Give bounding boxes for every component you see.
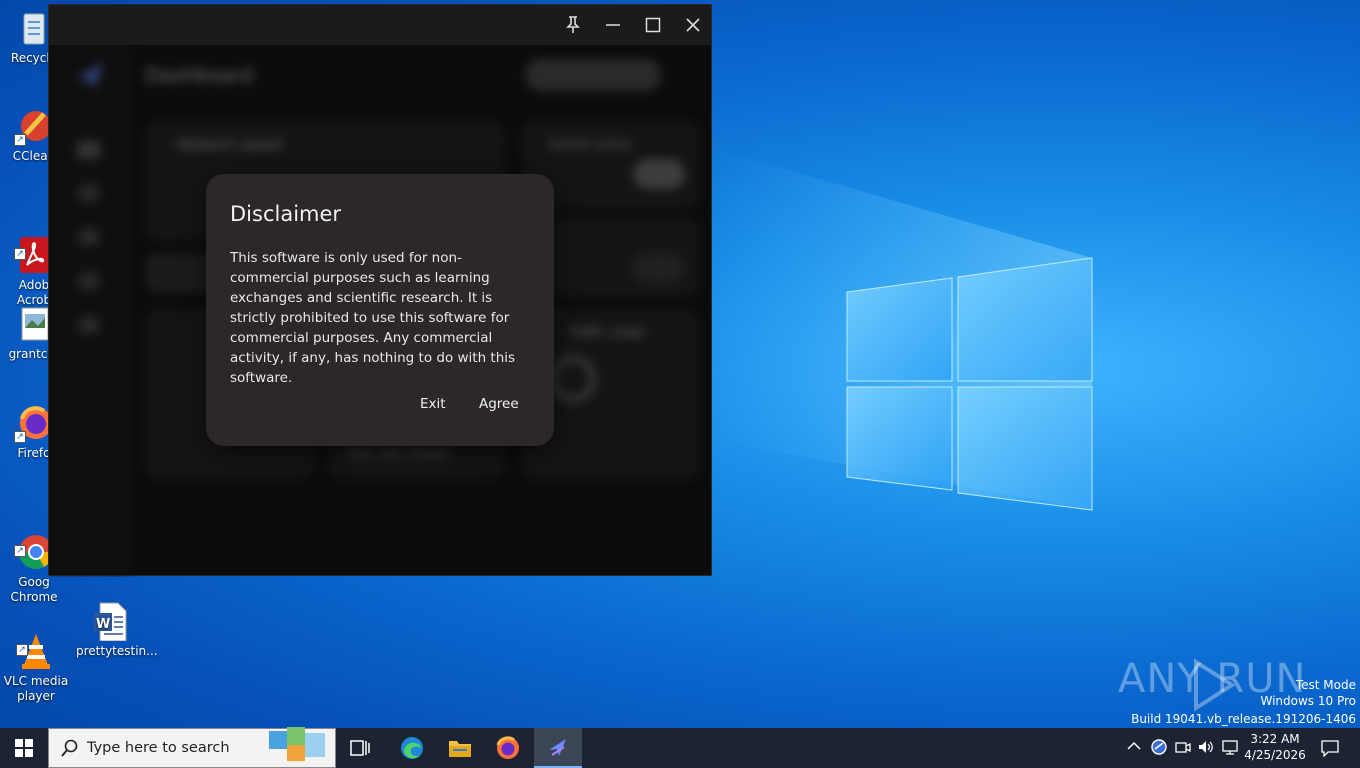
window-titlebar[interactable] bbox=[49, 5, 711, 45]
card-title-blurred: Traffic usage bbox=[569, 325, 646, 339]
footer-text-blurred: Fast, safe, reliable bbox=[349, 447, 449, 460]
network-button[interactable] bbox=[1220, 738, 1240, 758]
close-button[interactable] bbox=[673, 5, 713, 45]
windows-edition-text: Windows 10 Pro bbox=[1260, 694, 1356, 708]
card-title-blurred: System proxy bbox=[549, 137, 632, 151]
file-explorer-icon bbox=[449, 741, 471, 757]
page-title-blurred: Dashboard bbox=[145, 63, 254, 87]
card-title-blurred: Network speed bbox=[177, 137, 283, 153]
header-pill-blurred bbox=[525, 59, 661, 91]
sidebar-folder-icon bbox=[79, 185, 99, 201]
word-document-icon: W bbox=[90, 601, 130, 642]
taskbar-firefox[interactable] bbox=[486, 728, 530, 768]
disclaimer-dialog: Disclaimer This software is only used fo… bbox=[206, 174, 554, 446]
taskbar-clock[interactable]: 3:22 AM 4/25/2026 bbox=[1242, 731, 1308, 763]
search-highlight-puzzle-icon bbox=[269, 727, 325, 761]
toggle-blurred bbox=[633, 253, 685, 283]
clock-date: 4/25/2026 bbox=[1244, 748, 1306, 762]
notifications-button[interactable] bbox=[1312, 728, 1348, 768]
task-view-button[interactable] bbox=[340, 728, 380, 768]
close-icon bbox=[686, 18, 700, 32]
maximize-icon bbox=[645, 17, 661, 33]
taskbar: Type here to search 3:22 AM 4/25/2026 bbox=[0, 727, 1360, 768]
sidebar-list-icon bbox=[79, 229, 99, 245]
tray-app-icon-button[interactable] bbox=[1149, 738, 1169, 758]
show-hidden-icons-button[interactable] bbox=[1124, 738, 1144, 758]
agree-button[interactable]: Agree bbox=[479, 396, 519, 412]
shortcut-arrow-icon: ↗ bbox=[16, 644, 28, 656]
task-view-icon bbox=[350, 740, 370, 756]
clock-time: 3:22 AM bbox=[1250, 732, 1300, 746]
app-logo-icon bbox=[77, 63, 103, 89]
sidebar-home-icon bbox=[77, 141, 101, 159]
tray-meet-now-button[interactable] bbox=[1173, 738, 1193, 758]
firefox-icon bbox=[496, 736, 519, 759]
shortcut-arrow-icon: ↗ bbox=[14, 545, 26, 557]
desktop-icon-word-document[interactable]: W prettytestin... bbox=[76, 601, 158, 659]
taskbar-edge[interactable] bbox=[390, 728, 434, 768]
shortcut-arrow-icon: ↗ bbox=[14, 134, 26, 146]
app-sidebar bbox=[49, 45, 131, 577]
taskbar-file-explorer[interactable] bbox=[438, 728, 482, 768]
volume-button[interactable] bbox=[1196, 738, 1216, 758]
notification-icon bbox=[1321, 740, 1339, 757]
video-icon bbox=[1175, 742, 1191, 753]
dialog-body-text: This software is only used for non-comme… bbox=[230, 250, 516, 386]
taskbar-active-app[interactable] bbox=[534, 728, 582, 768]
desktop-icon-vlc[interactable]: ↗ VLC media player bbox=[2, 601, 70, 719]
windows-start-icon bbox=[15, 739, 33, 757]
traffic-ring-blurred bbox=[549, 355, 597, 403]
volume-icon bbox=[1199, 741, 1213, 753]
exit-button[interactable]: Exit bbox=[420, 396, 446, 412]
anyrun-play-icon bbox=[1194, 658, 1236, 712]
chevron-up-icon bbox=[1127, 741, 1141, 750]
build-text: Build 19041.vb_release.191206-1406 bbox=[1131, 712, 1356, 726]
dialog-title: Disclaimer bbox=[230, 202, 342, 226]
vlc-icon: ↗ bbox=[16, 616, 56, 669]
search-placeholder: Type here to search bbox=[87, 740, 230, 756]
shortcut-arrow-icon: ↗ bbox=[14, 431, 26, 443]
edge-icon bbox=[401, 737, 423, 759]
svg-text:W: W bbox=[96, 617, 110, 632]
tray-app-icon bbox=[1151, 739, 1167, 755]
search-icon bbox=[61, 739, 78, 757]
taskbar-search-box[interactable]: Type here to search bbox=[48, 727, 336, 768]
minimize-icon bbox=[606, 24, 620, 26]
sidebar-settings-icon bbox=[79, 317, 99, 333]
sidebar-chart-icon bbox=[79, 273, 99, 289]
app-icon bbox=[549, 739, 566, 756]
maximize-button[interactable] bbox=[633, 5, 673, 45]
test-mode-text: Test Mode bbox=[1295, 678, 1356, 692]
pin-button[interactable] bbox=[553, 5, 593, 45]
toggle-blurred bbox=[633, 159, 685, 189]
start-button[interactable] bbox=[0, 728, 48, 768]
network-icon bbox=[1222, 740, 1238, 755]
pin-icon bbox=[566, 16, 580, 33]
desktop-icon-label: VLC media player bbox=[3, 674, 69, 703]
shortcut-arrow-icon: ↗ bbox=[14, 248, 26, 260]
desktop-icon-label: prettytestin... bbox=[76, 644, 158, 658]
minimize-button[interactable] bbox=[593, 5, 633, 45]
